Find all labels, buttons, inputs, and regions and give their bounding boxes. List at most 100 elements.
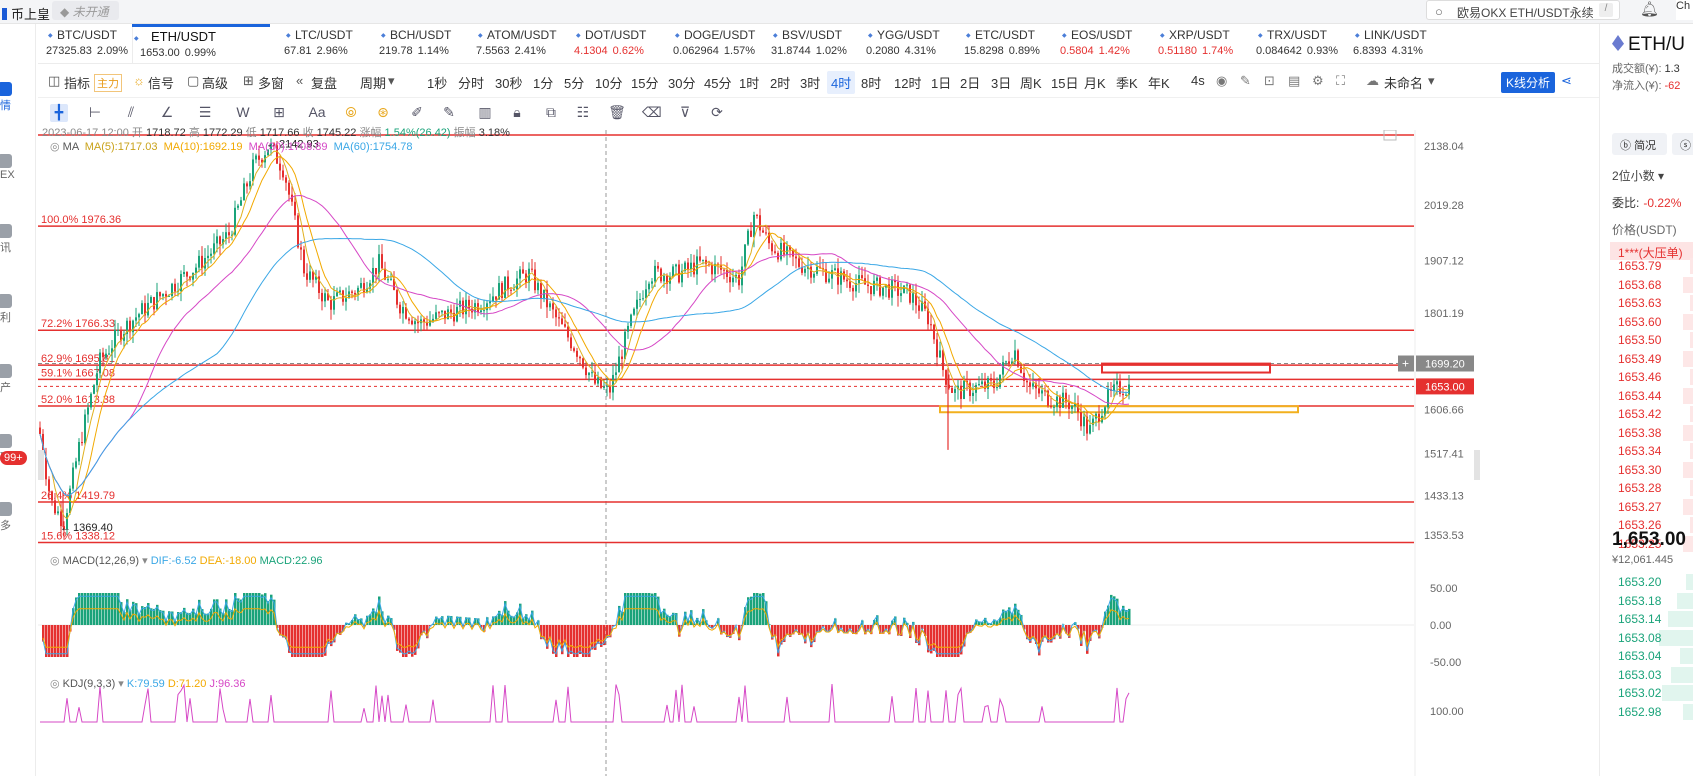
interval-7[interactable]: 30分 xyxy=(668,73,695,92)
bid-row[interactable]: 1653.04 xyxy=(1608,647,1693,666)
bid-row[interactable]: 1653.02 xyxy=(1608,684,1693,703)
interval-18[interactable]: 周K xyxy=(1020,73,1042,92)
wave-tool-icon[interactable]: W xyxy=(234,104,252,122)
more-tab-button[interactable]: ⓢ xyxy=(1672,133,1693,155)
filter-tool-icon[interactable]: ⊽ xyxy=(676,104,694,122)
ask-row[interactable]: 1653.49 xyxy=(1608,350,1693,369)
macd-legend[interactable]: ◎ MACD(12,26,9) ▾ DIF:-6.52 DEA:-18.00 M… xyxy=(50,554,323,567)
magnet-tool-icon[interactable]: ⦾ xyxy=(342,104,360,122)
ticker-tab-xrp[interactable]: XRP/USDT 0.51180 1.74% xyxy=(1158,24,1233,63)
ticker-tab-eos[interactable]: EOS/USDT 0.5804 1.42% xyxy=(1060,24,1132,63)
right-collapse-handle[interactable] xyxy=(1474,450,1480,480)
ask-row[interactable]: 1653.44 xyxy=(1608,387,1693,406)
vip-status[interactable]: ◆ 未开通 xyxy=(52,1,119,20)
ask-row[interactable]: 1653.79 xyxy=(1608,257,1693,276)
interval-11[interactable]: 3时 xyxy=(800,73,820,92)
bid-row[interactable]: 1652.98 xyxy=(1608,703,1693,722)
interval-2[interactable]: 30秒 xyxy=(495,73,522,92)
overview-button[interactable]: ⓑ 简况 xyxy=(1612,133,1667,155)
ticker-tab-bch[interactable]: BCH/USDT 219.78 1.14% xyxy=(379,24,451,63)
decimal-select[interactable]: 2位小数 ▾ xyxy=(1612,167,1664,184)
period-select[interactable]: 周期 xyxy=(360,73,386,92)
ticker-tab-link[interactable]: LINK/USDT 6.8393 4.31% xyxy=(1353,24,1427,63)
eye-icon[interactable]: ◎ xyxy=(50,141,63,153)
ask-row[interactable]: 1653.38 xyxy=(1608,424,1693,443)
ma-legend[interactable]: ◎ MA MA(5):1717.03 MA(10):1692.19 MA(30)… xyxy=(50,140,413,153)
ask-row[interactable]: 1653.27 xyxy=(1608,498,1693,517)
interval-1[interactable]: 分时 xyxy=(458,73,484,92)
interval-9[interactable]: 1时 xyxy=(739,73,759,92)
angle-tool-icon[interactable]: ∠ xyxy=(158,104,176,122)
pen-tool-icon[interactable]: ✎ xyxy=(440,104,458,122)
support-zone[interactable] xyxy=(939,405,1299,414)
pen-icon[interactable]: ✎ xyxy=(1240,73,1251,89)
hline-tool-icon[interactable]: ⊢ xyxy=(86,104,104,122)
left-collapse-handle[interactable] xyxy=(38,450,44,480)
copy-tool-icon[interactable]: ⧉ xyxy=(542,104,560,122)
interval-13[interactable]: 8时 xyxy=(861,73,881,92)
chevron-down-icon[interactable]: ▾ xyxy=(118,678,127,690)
main-force-tag[interactable]: 主力 xyxy=(94,74,122,92)
text-tool-icon[interactable]: Aa xyxy=(308,104,326,122)
sidebar-item-news[interactable]: 讯 xyxy=(0,224,36,255)
advanced-button[interactable]: 高级 xyxy=(202,73,228,92)
interval-12[interactable]: 4时 xyxy=(827,71,856,94)
interval-6[interactable]: 15分 xyxy=(631,73,658,92)
sync-tool-icon[interactable]: ⟳ xyxy=(708,104,726,122)
camera-icon[interactable]: ◉ xyxy=(1216,73,1227,89)
eye-icon[interactable]: ◎ xyxy=(50,678,63,690)
search-input[interactable]: ○ 欧易OKX ETH/USDT永续 / xyxy=(1426,0,1620,20)
ticker-tab-atom[interactable]: ATOM/USDT 7.5563 2.41% xyxy=(476,24,557,63)
ask-row[interactable]: 1653.46 xyxy=(1608,368,1693,387)
measure-tool-icon[interactable]: ▥ xyxy=(476,104,494,122)
brush-tool-icon[interactable]: ✐ xyxy=(408,104,426,122)
crosshair-tool-icon[interactable]: ╋ xyxy=(50,104,68,122)
eraser-tool-icon[interactable]: ⌫ xyxy=(642,104,662,122)
link-tool-icon[interactable]: ⊛ xyxy=(374,104,392,122)
sidebar-item-market[interactable]: 情 xyxy=(0,82,36,113)
brand-logo[interactable]: 币上皇 xyxy=(2,4,50,23)
bid-row[interactable]: 1653.08 xyxy=(1608,629,1693,648)
interval-0[interactable]: 1秒 xyxy=(427,73,447,92)
ticker-tab-bsv[interactable]: BSV/USDT 31.8744 1.02% xyxy=(771,24,847,63)
refresh-interval[interactable]: 4s xyxy=(1191,73,1205,88)
bid-row[interactable]: 1653.20 xyxy=(1608,573,1693,592)
ask-row[interactable]: 1653.60 xyxy=(1608,313,1693,332)
interval-17[interactable]: 3日 xyxy=(991,73,1011,92)
ticker-tab-ygg[interactable]: YGG/USDT 0.2080 4.31% xyxy=(866,24,940,63)
interval-19[interactable]: 15日 xyxy=(1051,73,1078,92)
fib-tool-icon[interactable]: ☰ xyxy=(196,104,214,122)
interval-5[interactable]: 10分 xyxy=(595,73,622,92)
ticker-tab-trx[interactable]: TRX/USDT 0.084642 0.93% xyxy=(1256,24,1338,63)
lock-tool-icon[interactable]: 🔒︎ xyxy=(508,104,526,122)
interval-3[interactable]: 1分 xyxy=(533,73,553,92)
ask-row[interactable]: 1653.42 xyxy=(1608,405,1693,424)
interval-20[interactable]: 月K xyxy=(1084,73,1106,92)
chart-canvas[interactable]: 100.0% 1976.3672.2% 1766.3362.9% 1695.81… xyxy=(38,130,1599,776)
interval-22[interactable]: 年K xyxy=(1148,73,1170,92)
gear-icon[interactable]: ⚙ xyxy=(1312,73,1324,89)
sidebar-item-assets[interactable]: 产 xyxy=(0,364,36,395)
ask-row[interactable]: 1653.28 xyxy=(1608,479,1693,498)
layout-icon[interactable]: ⊡ xyxy=(1264,73,1275,89)
sidebar-item-more[interactable]: 多 xyxy=(0,502,36,533)
kline-chart[interactable]: 100.0% 1976.36 72.2% 1766.33 62.9% 1695.81… xyxy=(38,127,1599,776)
trash-tool-icon[interactable]: 🗑︎ xyxy=(608,104,626,122)
interval-14[interactable]: 12时 xyxy=(894,73,921,92)
ask-row[interactable]: 1653.50 xyxy=(1608,331,1693,350)
calculator-icon[interactable]: ▤ xyxy=(1288,73,1300,89)
interval-16[interactable]: 2日 xyxy=(960,73,980,92)
signal-button[interactable]: 信号 xyxy=(148,73,174,92)
bid-row[interactable]: 1653.03 xyxy=(1608,666,1693,685)
candles[interactable] xyxy=(39,138,1130,540)
ask-row[interactable]: 1653.63 xyxy=(1608,294,1693,313)
parallel-tool-icon[interactable]: ⫽ xyxy=(122,104,140,122)
bid-row[interactable]: 1653.18 xyxy=(1608,592,1693,611)
multi-window-button[interactable]: 多窗 xyxy=(258,73,284,92)
ticker-tab-btc[interactable]: BTC/USDT 27325.83 2.09% xyxy=(46,24,128,63)
share-icon[interactable]: ⋖ xyxy=(1561,73,1572,89)
eye-icon[interactable]: ◎ xyxy=(50,555,63,567)
user-tab[interactable]: Ch xyxy=(1676,0,1693,20)
interval-10[interactable]: 2时 xyxy=(770,73,790,92)
bell-icon[interactable]: 🔔︎ xyxy=(1640,0,1659,18)
